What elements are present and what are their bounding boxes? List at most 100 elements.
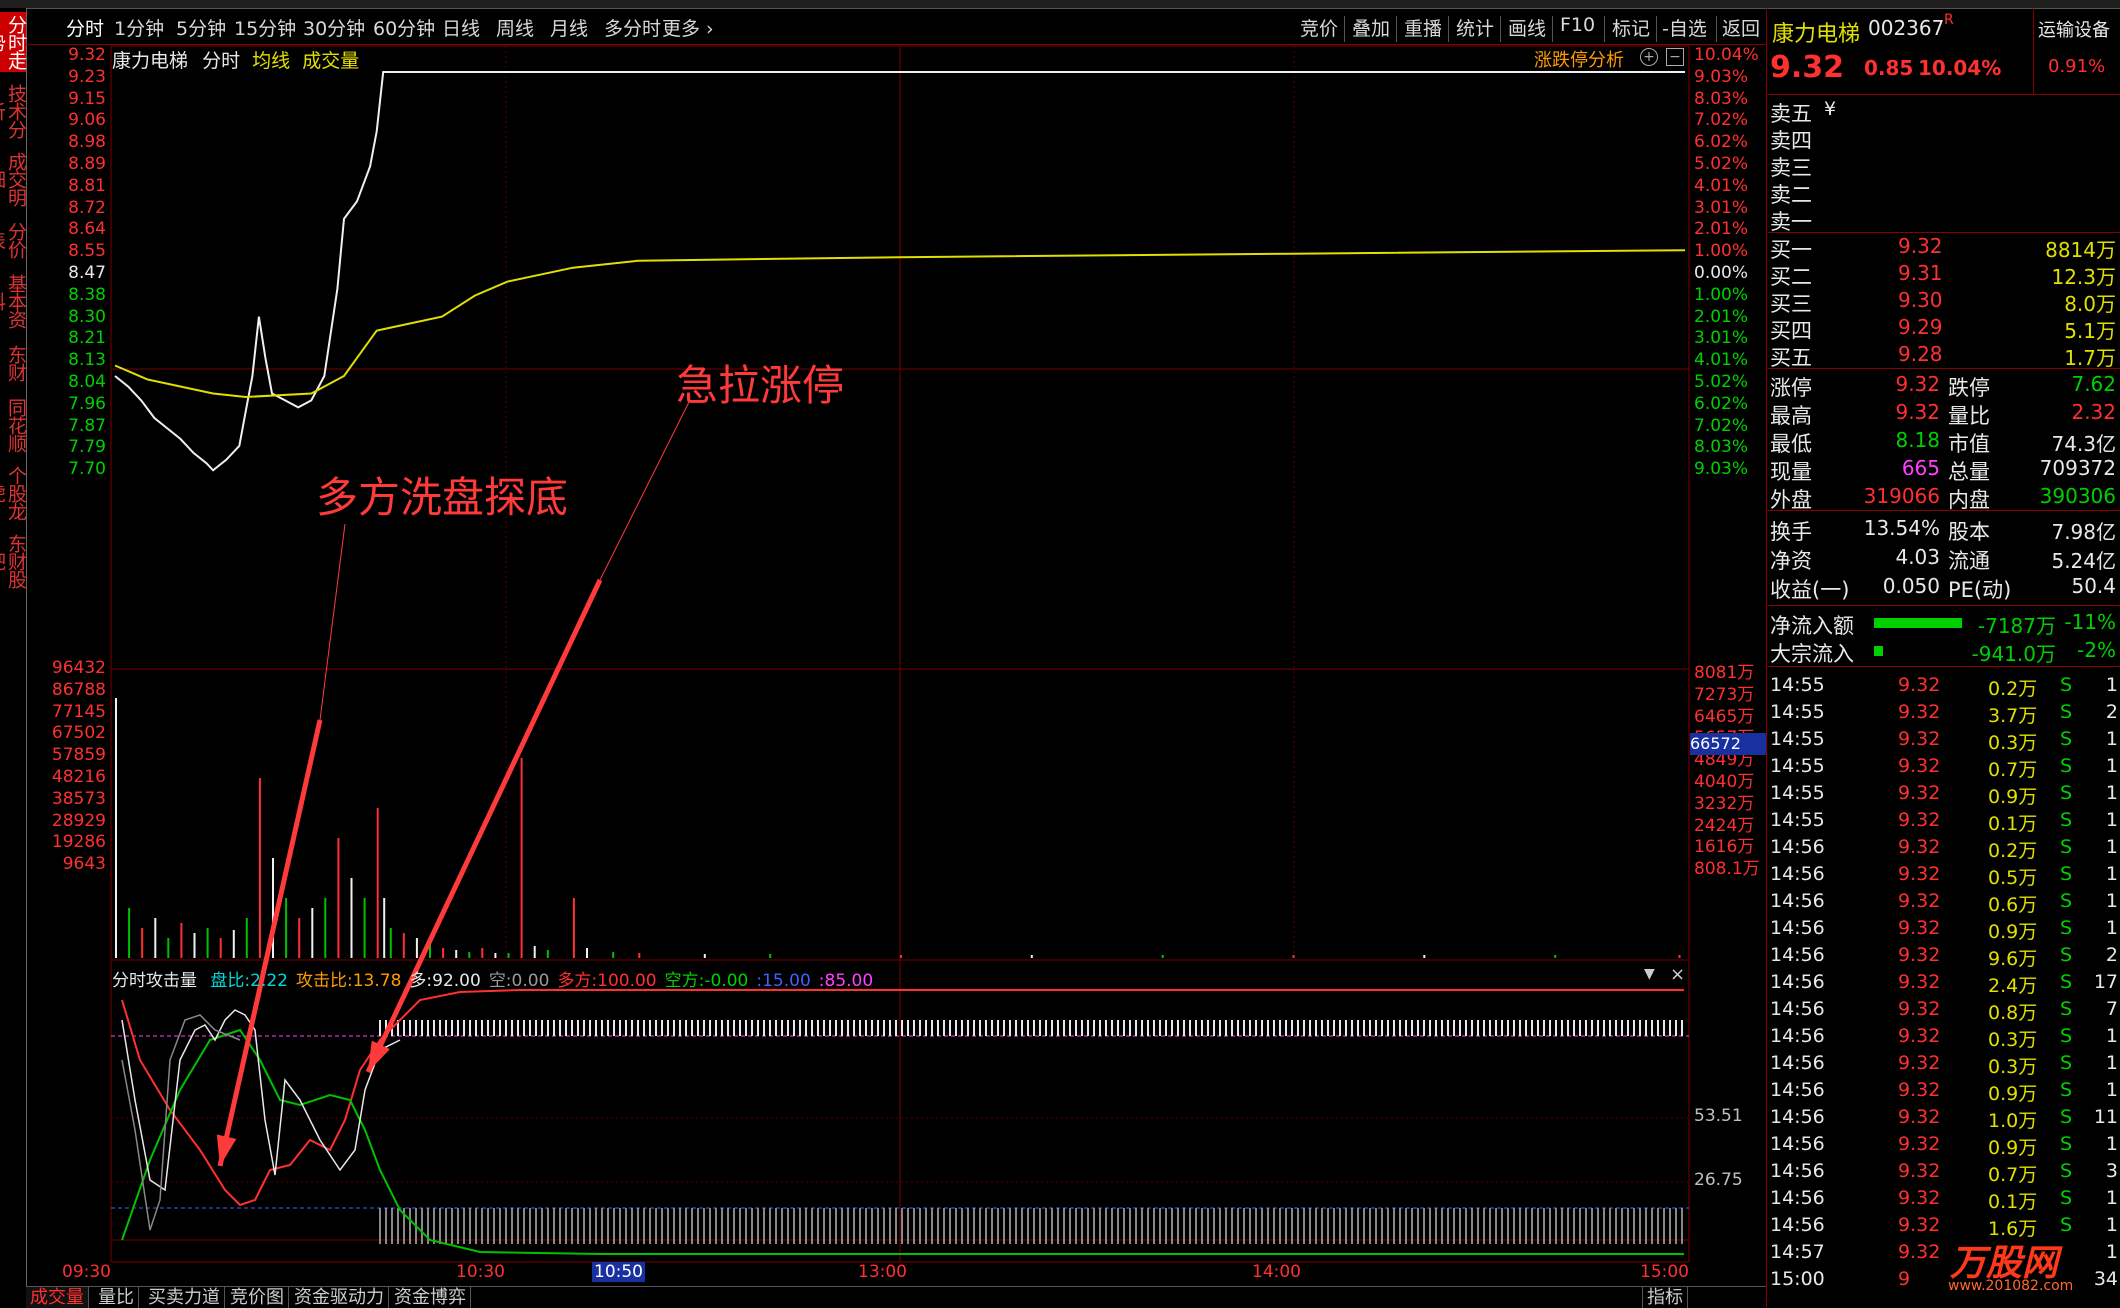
tick-side: S — [2060, 1160, 2073, 1182]
volume-bar — [298, 918, 301, 958]
tick-side: S — [2060, 890, 2073, 912]
price-tick: 7.79 — [68, 437, 106, 458]
tick-time: 14:56 — [1770, 998, 1825, 1020]
indicator-item-label: 多方: — [557, 971, 598, 991]
close-icon[interactable]: × — [1670, 964, 1685, 985]
annotation-limit-up-leader — [599, 399, 691, 581]
tick-price: 9.32 — [1898, 1187, 1941, 1209]
fundamental-label: 流通 — [1948, 549, 1990, 573]
ask-row: 卖三 — [1768, 152, 2120, 180]
volume-bar — [1030, 955, 1033, 958]
volume-bar — [769, 954, 772, 958]
ask-price: ¥ — [1824, 98, 1837, 120]
tick-time: 14:56 — [1770, 971, 1825, 993]
tick-volume: 9.6万 — [1988, 948, 2038, 970]
triangle-down-icon[interactable]: ▼ — [1644, 966, 1655, 982]
tick-row: 14:56 9.32 0.5万 S 1 — [1770, 863, 2120, 890]
pct-tick: 3.01% — [1694, 328, 1749, 349]
time-1030: 10:30 — [456, 1262, 505, 1282]
tick-row: 14:56 9.32 0.3万 S 1 — [1770, 1052, 2120, 1079]
tick-count: 1 — [2105, 1214, 2118, 1236]
tick-side: S — [2060, 755, 2073, 777]
ask-row: 卖一 — [1768, 206, 2120, 234]
stat-value: 7.62 — [2071, 372, 2116, 396]
stat-value: 709372 — [2039, 456, 2116, 480]
btab-fund-drive[interactable]: 资金驱动力 — [290, 1287, 389, 1308]
price-tick: 8.64 — [68, 219, 106, 240]
volume-bar — [520, 758, 523, 958]
indicator-item: :15.00 — [756, 971, 810, 991]
volume-bar — [533, 946, 536, 958]
tick-time: 14:56 — [1770, 863, 1825, 885]
btab-fund-game[interactable]: 资金博弈 — [390, 1287, 471, 1308]
tick-price: 9.32 — [1898, 944, 1941, 966]
tick-count: 7 — [2105, 998, 2118, 1020]
btab-auction[interactable]: 竞价图 — [226, 1287, 289, 1308]
quote-badge: R — [1944, 12, 1954, 28]
tick-side: S — [2060, 728, 2073, 750]
tick-time: 14:56 — [1770, 1133, 1825, 1155]
tick-row: 14:56 9.32 0.9万 S 1 — [1770, 1133, 2120, 1160]
tick-time: 14:56 — [1770, 1025, 1825, 1047]
tick-price: 9.32 — [1898, 863, 1941, 885]
stat-row: 外盘 319066 内盘 390306 — [1768, 484, 2120, 512]
price-tick: 8.55 — [68, 241, 106, 262]
volume-bar — [402, 933, 405, 958]
price-tick: 8.89 — [68, 154, 106, 174]
indicator-item-value: -0.00 — [704, 971, 749, 991]
ask-label: 卖四 — [1770, 129, 1812, 153]
tick-volume: 0.3万 — [1988, 1029, 2038, 1051]
stat-label: 最高 — [1770, 404, 1812, 428]
volume-bar — [376, 808, 379, 958]
price-tick: 8.21 — [68, 328, 106, 349]
volume-bar — [638, 953, 641, 958]
pct-tick: 8.03% — [1694, 88, 1749, 109]
btab-power[interactable]: 买卖力道 — [144, 1287, 225, 1308]
bid-row: 买三 9.30 8.0万 — [1768, 288, 2120, 316]
indicator-item-label: 空方: — [664, 971, 705, 991]
btab-volume[interactable]: 成交量 — [26, 1287, 89, 1308]
tick-time: 14:55 — [1770, 674, 1825, 696]
volume-tick: 19286 — [51, 832, 106, 853]
pct-tick: 6.02% — [1694, 393, 1749, 414]
bid-volume: 5.1万 — [2064, 319, 2116, 343]
tick-volume: 0.2万 — [1988, 678, 2038, 700]
pct-tick: 5.02% — [1694, 154, 1749, 174]
stat-value: 2.32 — [2071, 400, 2116, 424]
pct-tick: 10.04% — [1694, 45, 1759, 65]
tick-side: S — [2060, 809, 2073, 831]
price-tick: 8.38 — [68, 284, 106, 305]
volume-bar — [468, 952, 471, 958]
tick-volume: 1.0万 — [1988, 1110, 2038, 1132]
pct-tick: 2.01% — [1694, 306, 1749, 327]
bid-price: 9.30 — [1898, 288, 1943, 312]
sector-name[interactable]: 运输设备 — [2038, 16, 2110, 42]
volume-amount-tick: 808.1万 — [1694, 859, 1760, 880]
tick-row: 14:56 9.32 0.7万 S 3 — [1770, 1160, 2120, 1187]
tick-time: 14:56 — [1770, 1160, 1825, 1182]
volume-bar — [219, 938, 222, 958]
fundamental-value: 5.24亿 — [2051, 549, 2116, 573]
tick-side: S — [2060, 1214, 2073, 1236]
tick-time: 15:00 — [1770, 1268, 1825, 1290]
fundamental-label: 股本 — [1948, 520, 1990, 544]
sector-pct: 0.91% — [2048, 56, 2106, 77]
tick-time: 14:56 — [1770, 1214, 1825, 1236]
fundamental-row: 收益(一) 0.050 PE(动) 50.4 — [1768, 574, 2120, 602]
indicator-item-value: 15.00 — [762, 971, 811, 991]
tick-price: 9 — [1898, 1268, 1911, 1290]
stat-label: 市值 — [1948, 432, 1990, 456]
pct-tick: 0.00% — [1694, 263, 1749, 283]
btab-vol-ratio[interactable]: 量比 — [94, 1287, 139, 1308]
tick-time: 14:55 — [1770, 728, 1825, 750]
tick-count: 2 — [2105, 944, 2118, 966]
volume-bar — [128, 908, 131, 958]
price-tick: 8.98 — [68, 132, 106, 153]
tick-price: 9.32 — [1898, 1052, 1941, 1074]
price-tick: 8.13 — [68, 350, 106, 371]
btab-indicator[interactable]: 指标 — [1642, 1287, 1688, 1308]
tick-count: 17 — [2093, 971, 2118, 993]
limit-up-arrow — [365, 578, 603, 1074]
indicator-header: 分时攻击量 盘比:2.22 攻击比:13.78 多:92.00 空:0.00 多方:10… — [112, 966, 873, 991]
pct-tick: 5.02% — [1694, 372, 1749, 392]
